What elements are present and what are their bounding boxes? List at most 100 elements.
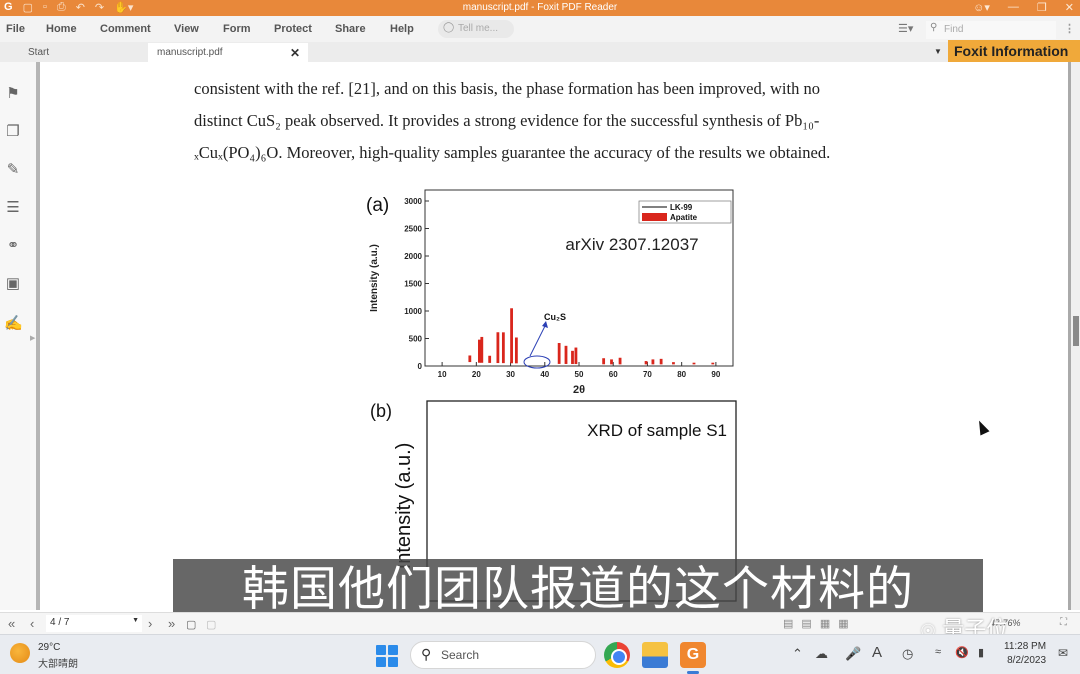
cut-off-text-line [194,62,914,68]
apatite-peak-bar [478,339,481,363]
menu-view[interactable]: View [174,23,199,35]
single-page-icon[interactable]: ▤ [783,617,793,630]
document-tabs: Start manuscript.pdf ✕ [0,42,1080,62]
x-tick-label: 10 [438,370,447,379]
x-tick-label: 90 [711,370,720,379]
tell-me-box[interactable]: ◯ Tell me... [438,20,514,38]
tab-start[interactable]: Start [28,47,49,58]
find-placeholder: Find [944,24,964,35]
window-title: manuscript.pdf - Foxit PDF Reader [462,2,618,13]
taskbar-search[interactable]: ⚲ Search [410,641,596,669]
tab-manuscript[interactable]: manuscript.pdf ✕ [148,43,308,62]
y-tick-label: 1500 [404,280,422,289]
volume-muted-icon[interactable]: 🔇 [955,646,969,659]
input-method-icon[interactable]: A [872,644,882,661]
bookmark-icon[interactable]: ⚑ [4,84,22,102]
search-options-icon[interactable]: ☰▾ [898,22,913,35]
panel-label-a: (a) [366,195,389,216]
menu-share[interactable]: Share [335,23,366,35]
weather-description[interactable]: 大部晴朗 [38,655,78,670]
apatite-peak-bar [659,358,663,365]
x-tick-label: 60 [609,370,618,379]
close-button[interactable]: ✕ [1065,1,1074,14]
apatite-peak-bar [618,357,622,365]
scrollbar-thumb[interactable] [1073,316,1079,346]
search-icon: ⚲ [421,646,432,662]
windows-taskbar: 29°C 大部晴朗 ⚲ Search G ⌃ ☁ 🎤 A ◷ ≈ 🔇 ▮ 11:… [0,634,1080,674]
continuous-page-icon[interactable]: ▤ [801,617,811,630]
apatite-peak-bar [692,362,696,365]
paragraph-line: ₓCuₓ(PO₄)₆O. Moreover, high-quality samp… [194,143,831,162]
minimize-button[interactable]: — [1008,1,1019,14]
close-tab-icon[interactable]: ✕ [290,46,300,60]
attachment-icon[interactable]: ⚭ [4,236,22,254]
x-axis-label-a: 2θ [573,384,585,396]
microphone-icon[interactable]: 🎤 [845,646,861,662]
continuous-view-icon[interactable]: ▢ [206,618,216,631]
fullscreen-icon[interactable]: ⛶ [1060,617,1067,628]
x-tick-label: 50 [575,370,584,379]
menu-file[interactable]: File [6,23,25,35]
clock-time: 11:28 PM [1004,641,1047,652]
apatite-peak-bar [711,362,715,365]
first-page-icon[interactable]: « [8,616,15,631]
lightbulb-icon: ◯ [443,22,455,33]
expand-panel-icon[interactable]: ▶ [30,334,35,342]
foxit-reader-icon[interactable]: G [680,642,706,668]
notifications-icon[interactable]: ✉ [1058,646,1068,660]
page-number: 4 / 7 [50,617,70,628]
clock-app-icon[interactable]: ◷ [902,646,913,662]
apatite-peak-bar [672,362,675,365]
legend-swatch-apatite [642,213,667,221]
page-number-input[interactable]: 4 / 7 ▼ [46,615,142,632]
wifi-icon[interactable]: ≈ [935,646,941,658]
foxit-information-button[interactable]: Foxit Information [948,40,1080,64]
pages-icon[interactable]: ❐ [4,122,22,140]
status-bar: « ‹ 4 / 7 ▼ › » ▢ ▢ ▤ ▤ ▦ ▦ 47.76% ⛶ [0,612,1080,634]
comments-icon[interactable]: ✎ [4,160,22,178]
system-clock[interactable]: 11:28 PM 8/2/2023 [1004,640,1046,668]
apatite-peak-bar [488,355,492,363]
tab-label: manuscript.pdf [157,47,223,58]
chrome-icon[interactable] [604,642,630,668]
menu-protect[interactable]: Protect [274,23,312,35]
security-icon[interactable]: ▣ [4,274,22,292]
chart-title-b: XRD of sample S1 [587,421,727,440]
apatite-peak-bar [510,308,513,364]
y-tick-label: 2000 [404,252,422,261]
facing-page-icon[interactable]: ▦ [820,617,830,630]
apatite-peak-bar [496,332,500,364]
menu-help[interactable]: Help [390,23,414,35]
last-page-icon[interactable]: » [168,616,175,631]
file-explorer-icon[interactable] [642,642,668,668]
continuous-facing-icon[interactable]: ▦ [838,617,848,630]
menu-comment[interactable]: Comment [100,23,151,35]
page-dropdown-icon[interactable]: ▼ [132,617,139,624]
weather-icon[interactable] [10,643,30,663]
menu-form[interactable]: Form [223,23,251,35]
caret-down-icon[interactable]: ▼ [934,47,942,56]
previous-page-icon[interactable]: ‹ [30,616,34,631]
account-icon[interactable]: ☺▾ [973,1,990,14]
legend-label-apatite: Apatite [670,213,698,222]
battery-icon[interactable]: ▮ [978,646,984,659]
apatite-peak-bar [564,345,568,364]
layers-icon[interactable]: ☰ [4,198,22,216]
weather-temperature[interactable]: 29°C [38,642,60,653]
apatite-peak-bar [644,361,648,365]
restore-button[interactable]: ❐ [1037,1,1047,14]
apatite-peak-bar [651,359,655,365]
find-input[interactable]: ⚲ Find [926,21,1056,39]
menu-home[interactable]: Home [46,23,77,35]
next-page-icon[interactable]: › [148,616,152,631]
panel-label-b: (b) [370,401,392,421]
show-hidden-icons-chevron-icon[interactable]: ⌃ [792,646,803,662]
onedrive-cloud-icon[interactable]: ☁ [815,646,828,662]
signature-icon[interactable]: ✍ [4,314,23,332]
navigation-panel: ⚑ ❐ ✎ ☰ ⚭ ▣ ✍ ▶ [0,62,40,610]
start-button[interactable] [376,645,398,667]
legend-label-lk99: LK-99 [670,203,693,212]
more-options-icon[interactable]: ⋮ [1064,22,1075,35]
x-tick-label: 80 [677,370,686,379]
single-page-view-icon[interactable]: ▢ [186,618,196,631]
